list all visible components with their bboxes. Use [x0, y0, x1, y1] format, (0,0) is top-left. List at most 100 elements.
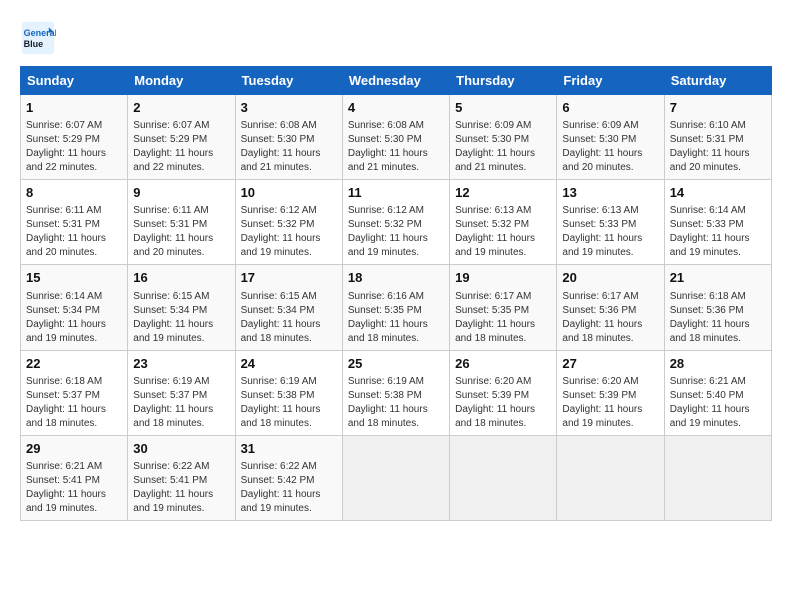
day-detail: Sunrise: 6:12 AMSunset: 5:32 PMDaylight:…: [241, 204, 337, 260]
calendar-cell: 13 Sunrise: 6:13 AMSunset: 5:33 PMDayligh…: [557, 180, 664, 265]
day-detail: Sunrise: 6:13 AMSunset: 5:33 PMDaylight:…: [562, 204, 658, 260]
calendar-week-row: 8 Sunrise: 6:11 AMSunset: 5:31 PMDaylight…: [21, 180, 772, 265]
logo: General Blue: [20, 20, 60, 56]
day-detail: Sunrise: 6:16 AMSunset: 5:35 PMDaylight:…: [348, 290, 444, 346]
calendar-cell: 14 Sunrise: 6:14 AMSunset: 5:33 PMDayligh…: [664, 180, 771, 265]
day-number: 25: [348, 355, 444, 373]
day-detail: Sunrise: 6:15 AMSunset: 5:34 PMDaylight:…: [133, 290, 229, 346]
day-detail: Sunrise: 6:22 AMSunset: 5:41 PMDaylight:…: [133, 460, 229, 516]
day-detail: Sunrise: 6:21 AMSunset: 5:40 PMDaylight:…: [670, 375, 766, 431]
day-number: 2: [133, 99, 229, 117]
calendar-cell: 12Sunrise: 6:13 AMSunset: 5:32 PMDayligh…: [450, 180, 557, 265]
day-detail: Sunrise: 6:09 AMSunset: 5:30 PMDaylight:…: [562, 119, 658, 175]
day-of-week-header: Wednesday: [342, 67, 449, 95]
day-detail: Sunrise: 6:14 AMSunset: 5:34 PMDaylight:…: [26, 290, 122, 346]
day-number: 30: [133, 440, 229, 458]
day-number: 21: [670, 269, 766, 287]
day-detail: Sunrise: 6:21 AMSunset: 5:41 PMDaylight:…: [26, 460, 122, 516]
day-number: 28: [670, 355, 766, 373]
day-detail: Sunrise: 6:10 AMSunset: 5:31 PMDaylight:…: [670, 119, 766, 175]
calendar-cell: 17 Sunrise: 6:15 AMSunset: 5:34 PMDayligh…: [235, 265, 342, 350]
svg-text:Blue: Blue: [24, 39, 44, 49]
calendar-cell: 18 Sunrise: 6:16 AMSunset: 5:35 PMDayligh…: [342, 265, 449, 350]
day-number: 18: [348, 269, 444, 287]
day-number: 29: [26, 440, 122, 458]
day-number: 17: [241, 269, 337, 287]
day-number: 7: [670, 99, 766, 117]
day-detail: Sunrise: 6:13 AMSunset: 5:32 PMDaylight:…: [455, 204, 551, 260]
calendar-cell: 9Sunrise: 6:11 AMSunset: 5:31 PMDaylight…: [128, 180, 235, 265]
calendar-week-row: 1 Sunrise: 6:07 AMSunset: 5:29 PMDaylight…: [21, 95, 772, 180]
calendar-cell: [664, 435, 771, 520]
calendar-week-row: 22Sunrise: 6:18 AMSunset: 5:37 PMDayligh…: [21, 350, 772, 435]
calendar-cell: 2 Sunrise: 6:07 AMSunset: 5:29 PMDaylight…: [128, 95, 235, 180]
day-number: 11: [348, 184, 444, 202]
calendar-cell: 28 Sunrise: 6:21 AMSunset: 5:40 PMDayligh…: [664, 350, 771, 435]
day-detail: Sunrise: 6:17 AMSunset: 5:36 PMDaylight:…: [562, 290, 658, 346]
day-of-week-header: Saturday: [664, 67, 771, 95]
day-number: 13: [562, 184, 658, 202]
calendar-cell: 26 Sunrise: 6:20 AMSunset: 5:39 PMDayligh…: [450, 350, 557, 435]
calendar-cell: 1 Sunrise: 6:07 AMSunset: 5:29 PMDaylight…: [21, 95, 128, 180]
day-detail: Sunrise: 6:11 AMSunset: 5:31 PMDaylight:…: [133, 204, 229, 260]
day-number: 3: [241, 99, 337, 117]
calendar-cell: 19 Sunrise: 6:17 AMSunset: 5:35 PMDayligh…: [450, 265, 557, 350]
calendar-table: SundayMondayTuesdayWednesdayThursdayFrid…: [20, 66, 772, 521]
calendar-cell: [450, 435, 557, 520]
day-number: 4: [348, 99, 444, 117]
calendar-cell: 20 Sunrise: 6:17 AMSunset: 5:36 PMDayligh…: [557, 265, 664, 350]
calendar-cell: 5Sunrise: 6:09 AMSunset: 5:30 PMDaylight…: [450, 95, 557, 180]
calendar-cell: 8 Sunrise: 6:11 AMSunset: 5:31 PMDaylight…: [21, 180, 128, 265]
calendar-cell: 15Sunrise: 6:14 AMSunset: 5:34 PMDayligh…: [21, 265, 128, 350]
day-number: 19: [455, 269, 551, 287]
header: General Blue: [20, 20, 772, 56]
calendar-cell: 21Sunrise: 6:18 AMSunset: 5:36 PMDayligh…: [664, 265, 771, 350]
day-number: 20: [562, 269, 658, 287]
day-detail: Sunrise: 6:07 AMSunset: 5:29 PMDaylight:…: [133, 119, 229, 175]
calendar-cell: 11 Sunrise: 6:12 AMSunset: 5:32 PMDayligh…: [342, 180, 449, 265]
calendar-header-row: SundayMondayTuesdayWednesdayThursdayFrid…: [21, 67, 772, 95]
day-number: 26: [455, 355, 551, 373]
day-detail: Sunrise: 6:11 AMSunset: 5:31 PMDaylight:…: [26, 204, 122, 260]
day-detail: Sunrise: 6:09 AMSunset: 5:30 PMDaylight:…: [455, 119, 551, 175]
day-number: 24: [241, 355, 337, 373]
day-of-week-header: Monday: [128, 67, 235, 95]
day-number: 27: [562, 355, 658, 373]
day-detail: Sunrise: 6:22 AMSunset: 5:42 PMDaylight:…: [241, 460, 337, 516]
day-number: 14: [670, 184, 766, 202]
day-number: 1: [26, 99, 122, 117]
calendar-cell: 22Sunrise: 6:18 AMSunset: 5:37 PMDayligh…: [21, 350, 128, 435]
day-of-week-header: Friday: [557, 67, 664, 95]
calendar-cell: 10 Sunrise: 6:12 AMSunset: 5:32 PMDayligh…: [235, 180, 342, 265]
day-number: 16: [133, 269, 229, 287]
calendar-cell: 29 Sunrise: 6:21 AMSunset: 5:41 PMDayligh…: [21, 435, 128, 520]
calendar-cell: 31Sunrise: 6:22 AMSunset: 5:42 PMDayligh…: [235, 435, 342, 520]
calendar-week-row: 15Sunrise: 6:14 AMSunset: 5:34 PMDayligh…: [21, 265, 772, 350]
calendar-cell: 16 Sunrise: 6:15 AMSunset: 5:34 PMDayligh…: [128, 265, 235, 350]
calendar-cell: 24Sunrise: 6:19 AMSunset: 5:38 PMDayligh…: [235, 350, 342, 435]
day-number: 10: [241, 184, 337, 202]
logo-icon: General Blue: [20, 20, 56, 56]
day-of-week-header: Tuesday: [235, 67, 342, 95]
day-number: 8: [26, 184, 122, 202]
calendar-cell: 7 Sunrise: 6:10 AMSunset: 5:31 PMDaylight…: [664, 95, 771, 180]
calendar-cell: 6 Sunrise: 6:09 AMSunset: 5:30 PMDaylight…: [557, 95, 664, 180]
day-number: 22: [26, 355, 122, 373]
day-detail: Sunrise: 6:20 AMSunset: 5:39 PMDaylight:…: [455, 375, 551, 431]
day-detail: Sunrise: 6:15 AMSunset: 5:34 PMDaylight:…: [241, 290, 337, 346]
day-detail: Sunrise: 6:20 AMSunset: 5:39 PMDaylight:…: [562, 375, 658, 431]
day-detail: Sunrise: 6:12 AMSunset: 5:32 PMDaylight:…: [348, 204, 444, 260]
calendar-week-row: 29 Sunrise: 6:21 AMSunset: 5:41 PMDayligh…: [21, 435, 772, 520]
calendar-cell: 23Sunrise: 6:19 AMSunset: 5:37 PMDayligh…: [128, 350, 235, 435]
day-detail: Sunrise: 6:14 AMSunset: 5:33 PMDaylight:…: [670, 204, 766, 260]
calendar-cell: 30 Sunrise: 6:22 AMSunset: 5:41 PMDayligh…: [128, 435, 235, 520]
day-detail: Sunrise: 6:17 AMSunset: 5:35 PMDaylight:…: [455, 290, 551, 346]
calendar-cell: 25Sunrise: 6:19 AMSunset: 5:38 PMDayligh…: [342, 350, 449, 435]
calendar-cell: [342, 435, 449, 520]
calendar-cell: 4 Sunrise: 6:08 AMSunset: 5:30 PMDaylight…: [342, 95, 449, 180]
day-detail: Sunrise: 6:08 AMSunset: 5:30 PMDaylight:…: [348, 119, 444, 175]
day-detail: Sunrise: 6:19 AMSunset: 5:37 PMDaylight:…: [133, 375, 229, 431]
day-number: 6: [562, 99, 658, 117]
day-detail: Sunrise: 6:07 AMSunset: 5:29 PMDaylight:…: [26, 119, 122, 175]
day-of-week-header: Thursday: [450, 67, 557, 95]
